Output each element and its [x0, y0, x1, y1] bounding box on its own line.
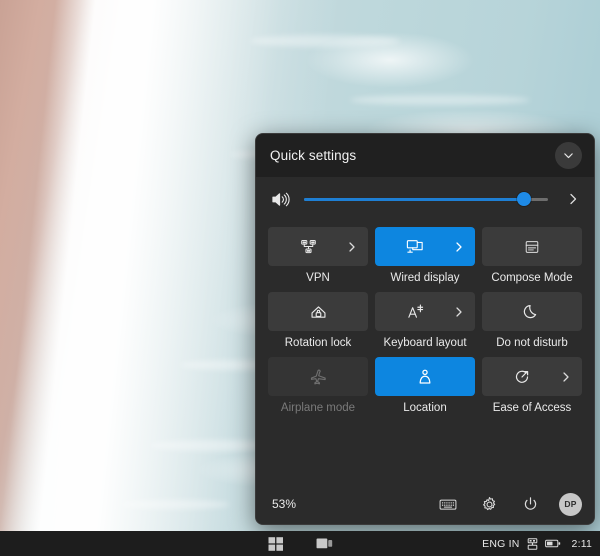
rotation-lock-icon [309, 303, 328, 321]
taskbar: ENG IN 2:11 [0, 531, 600, 556]
tile-button-wired-display[interactable] [375, 227, 475, 266]
power-icon[interactable] [518, 492, 542, 516]
volume-slider-fill [304, 198, 524, 201]
tile-ease-of-access: Ease of Access [482, 357, 582, 419]
language-indicator[interactable]: ENG IN [482, 538, 519, 550]
volume-expand-chevron-right-icon[interactable] [562, 188, 584, 210]
task-view-icon[interactable] [313, 533, 335, 555]
tile-button-ease-of-access[interactable] [482, 357, 582, 396]
moon-icon [523, 303, 541, 321]
battery-percent-label: 53% [272, 497, 436, 511]
volume-row [256, 177, 594, 221]
tile-label: Location [403, 402, 446, 414]
tile-label: VPN [306, 272, 330, 284]
tile-button-keyboard-layout[interactable] [375, 292, 475, 331]
tile-airplane-mode: Airplane mode [268, 357, 368, 419]
taskbar-system-tray: ENG IN 2:11 [482, 531, 592, 556]
tile-do-not-disturb: Do not disturb [482, 292, 582, 354]
tile-button-location[interactable] [375, 357, 475, 396]
tile-location: Location [375, 357, 475, 419]
tile-keyboard-layout: Keyboard layout [375, 292, 475, 354]
quick-settings-panel: Quick settings [255, 133, 595, 525]
keyboard-icon[interactable] [436, 492, 460, 516]
tile-button-airplane-mode[interactable] [268, 357, 368, 396]
footer-actions: DP [436, 492, 582, 516]
quick-settings-footer: 53% D [256, 484, 594, 524]
ease-of-access-icon [513, 368, 531, 386]
tile-vpn: VPN [268, 227, 368, 289]
tile-label: Wired display [390, 272, 459, 284]
keyboard-layout-icon [406, 303, 425, 320]
quick-settings-tile-grid: VPN Wired display [256, 221, 594, 419]
page-title: Quick settings [270, 148, 555, 163]
tile-button-rotation-lock[interactable] [268, 292, 368, 331]
compose-mode-icon [523, 239, 541, 255]
windows-start-icon[interactable] [265, 533, 287, 555]
tile-compose-mode: Compose Mode [482, 227, 582, 289]
vpn-icon [299, 238, 318, 255]
battery-icon[interactable] [545, 538, 561, 549]
volume-slider-thumb[interactable] [517, 192, 531, 206]
quick-settings-header: Quick settings [256, 134, 594, 177]
tile-rotation-lock: Rotation lock [268, 292, 368, 354]
tile-label: Rotation lock [285, 337, 351, 349]
tile-label: Ease of Access [493, 402, 572, 414]
tile-label: Do not disturb [496, 337, 568, 349]
chevron-down-icon[interactable] [555, 142, 582, 169]
tile-button-do-not-disturb[interactable] [482, 292, 582, 331]
chevron-right-icon[interactable] [454, 241, 464, 253]
speaker-volume-icon[interactable] [270, 189, 290, 209]
tile-button-compose-mode[interactable] [482, 227, 582, 266]
wired-display-icon [405, 238, 425, 255]
avatar[interactable]: DP [559, 493, 582, 516]
chevron-right-icon[interactable] [561, 371, 571, 383]
volume-slider[interactable] [304, 190, 548, 208]
input-indicator-icon[interactable] [527, 538, 538, 550]
tile-wired-display: Wired display [375, 227, 475, 289]
tile-label: Airplane mode [281, 402, 355, 414]
airplane-icon [309, 368, 328, 386]
taskbar-clock[interactable]: 2:11 [572, 538, 592, 550]
gear-icon[interactable] [477, 492, 501, 516]
location-icon [416, 368, 434, 386]
chevron-right-icon[interactable] [347, 241, 357, 253]
tile-label: Keyboard layout [383, 337, 466, 349]
tile-label: Compose Mode [491, 272, 572, 284]
tile-button-vpn[interactable] [268, 227, 368, 266]
chevron-right-icon[interactable] [454, 306, 464, 318]
